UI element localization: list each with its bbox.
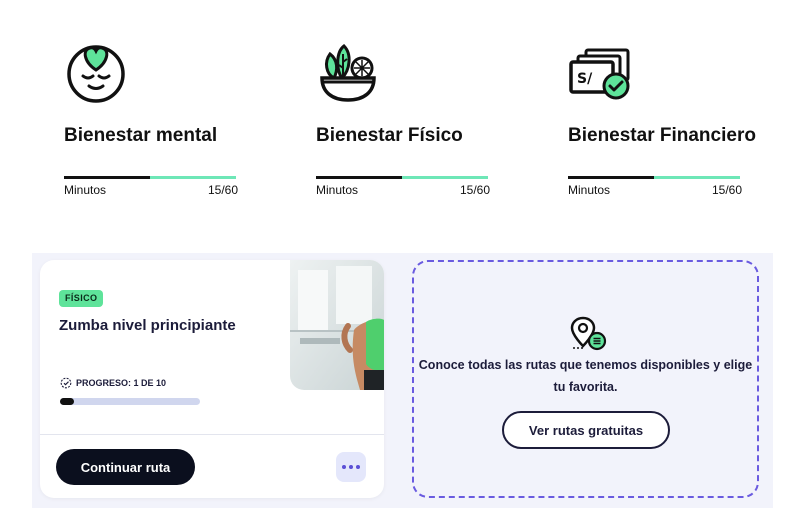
stat-progress-bar xyxy=(316,176,488,179)
stat-progress-bar xyxy=(64,176,236,179)
more-dots-icon xyxy=(342,465,346,469)
stat-title: Bienestar Físico xyxy=(316,125,463,146)
stat-bienestar-financiero: S/ Bienestar Financiero Minutos 15/60 xyxy=(568,40,756,197)
stat-label: Minutos xyxy=(64,183,107,197)
view-free-routes-button[interactable]: Ver rutas gratuitas xyxy=(502,411,670,449)
stat-value: 15/60 xyxy=(459,183,490,197)
progress-label: PROGRESO: 1 DE 10 xyxy=(76,378,167,388)
course-progress-bar xyxy=(60,398,200,405)
stat-label: Minutos xyxy=(568,183,611,197)
stat-value: 15/60 xyxy=(207,183,238,197)
course-title: Zumba nivel principiante xyxy=(59,317,236,334)
svg-text:S/: S/ xyxy=(577,71,593,87)
stat-title: Bienestar Financiero xyxy=(568,125,756,146)
routes-description: Conoce todas las rutas que tenemos dispo… xyxy=(418,358,753,394)
stat-title: Bienestar mental xyxy=(64,125,218,146)
stat-bienestar-mental: Bienestar mental Minutos 15/60 xyxy=(64,40,238,197)
course-photo xyxy=(290,260,384,390)
continue-route-button[interactable]: Continuar ruta xyxy=(56,449,195,485)
course-progress-fill xyxy=(60,398,74,405)
course-card[interactable]: FÍSICO Zumba nivel principiante PROGRESO… xyxy=(40,260,384,498)
route-pin-list-icon xyxy=(570,316,607,351)
card-divider xyxy=(40,434,384,435)
money-check-icon: S/ xyxy=(569,48,630,100)
category-badge: FÍSICO xyxy=(59,290,104,307)
stat-label: Minutos xyxy=(316,183,359,197)
stat-bienestar-fisico: Bienestar Físico Minutos 15/60 xyxy=(316,40,490,197)
salad-bowl-icon xyxy=(320,44,376,102)
stat-value: 15/60 xyxy=(711,183,742,197)
discover-routes-panel: Conoce todas las rutas que tenemos dispo… xyxy=(412,260,759,498)
progress-clock-icon xyxy=(60,377,72,389)
progress-row: PROGRESO: 1 DE 10 xyxy=(60,377,166,389)
more-options-button[interactable] xyxy=(336,452,366,482)
stat-progress-bar xyxy=(568,176,740,179)
happy-face-heart-icon xyxy=(67,45,125,103)
